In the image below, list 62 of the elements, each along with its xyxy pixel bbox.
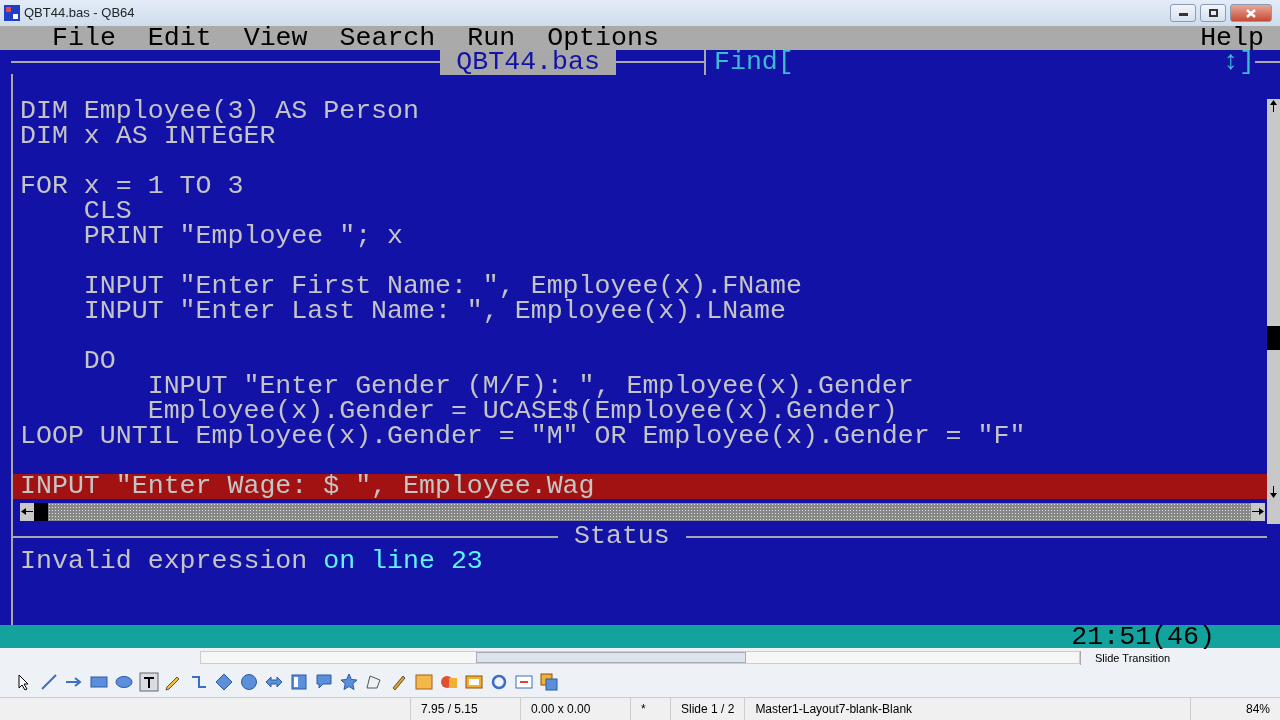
code-line: DIM x AS INTEGER — [19, 124, 277, 149]
align-icon[interactable] — [514, 672, 534, 692]
scrollbar[interactable] — [1267, 99, 1280, 499]
minimize-button[interactable] — [1170, 4, 1196, 22]
menu-item[interactable]: Edit — [147, 26, 212, 50]
text-icon[interactable] — [139, 672, 159, 692]
scroll-up-icon — [1269, 99, 1278, 113]
rotate-icon[interactable] — [489, 672, 509, 692]
scroll-right-icon — [1251, 507, 1265, 516]
code-line: DIM Employee(3) AS Person — [19, 99, 420, 124]
find-label: Find[ — [703, 49, 794, 75]
circle-icon[interactable] — [239, 672, 259, 692]
status-bar-field: 7.95 / 5.15 — [410, 698, 520, 720]
code-line: LOOP UNTIL Employee(x).Gender = "M" OR Employee(x).Gender = "F" — [19, 424, 1027, 449]
scroll-thumb[interactable] — [1267, 326, 1280, 350]
status-bar-field: 0.00 x 0.00 — [520, 698, 630, 720]
code-line: CLS — [82, 199, 133, 224]
find-end: ↕] — [1223, 49, 1255, 75]
code-line: INPUT "Enter First Name: ", Employee(x).FName — [82, 274, 803, 299]
diamond-icon[interactable] — [214, 672, 234, 692]
scrollbar-corner — [1267, 499, 1280, 524]
star-icon[interactable] — [339, 672, 359, 692]
close-button[interactable] — [1230, 4, 1272, 22]
status-bar-field: Master1-Layout7-blank-Blank — [744, 698, 1190, 720]
minimize-icon — [1178, 10, 1188, 16]
code-line: FOR x = 1 TO 3 — [19, 174, 245, 199]
scroll-thumb[interactable] — [476, 652, 746, 663]
fontwork-icon[interactable] — [414, 672, 434, 692]
menu-item[interactable]: Search — [339, 26, 436, 50]
flowchart-icon[interactable] — [289, 672, 309, 692]
code-line: INPUT "Enter Gender (M/F): ", Employee(x).Gender — [146, 374, 915, 399]
menu-item[interactable]: File — [52, 26, 116, 50]
menu-item[interactable]: Options — [547, 26, 659, 50]
status-bar-field: 84% — [1190, 698, 1280, 720]
horizontal-scrollbar[interactable] — [20, 502, 1265, 521]
file-title: QBT44.bas — [440, 49, 616, 75]
menu-item[interactable]: Help — [1200, 26, 1264, 50]
code-line: INPUT "Enter Last Name: ", Employee(x).LName — [82, 299, 787, 324]
status-title: Status — [573, 524, 671, 549]
status-bar-field: Slide 1 / 2 — [670, 698, 745, 720]
horizontal-scrollbar[interactable] — [200, 651, 1080, 664]
code-line: PRINT "Employee "; x — [82, 224, 404, 249]
close-icon — [1246, 8, 1256, 18]
panel-label: Slide Transition — [1095, 651, 1171, 664]
line-icon[interactable] — [39, 672, 59, 692]
status-message: Invalid expression on line 23 — [19, 549, 484, 574]
menu-item[interactable]: View — [243, 26, 308, 50]
points-icon[interactable] — [364, 672, 384, 692]
arrange-icon[interactable] — [539, 672, 559, 692]
menu-item[interactable]: Run — [467, 26, 516, 50]
code-line: Employee(x).Gender = UCASE$(Employee(x).Gender) — [146, 399, 898, 424]
maximize-button[interactable] — [1200, 4, 1226, 22]
cursor-position: 21:51(46) — [1071, 625, 1215, 648]
scroll-thumb[interactable] — [34, 502, 48, 521]
maximize-icon — [1208, 9, 1218, 17]
app-icon — [4, 5, 20, 21]
code-line: DO — [82, 349, 117, 374]
scroll-left-icon — [20, 507, 34, 516]
scroll-down-icon — [1269, 485, 1278, 499]
image-icon[interactable] — [464, 672, 484, 692]
window-title: QBT44.bas - QB64 — [24, 4, 135, 23]
status-bar-field: * — [630, 698, 670, 720]
